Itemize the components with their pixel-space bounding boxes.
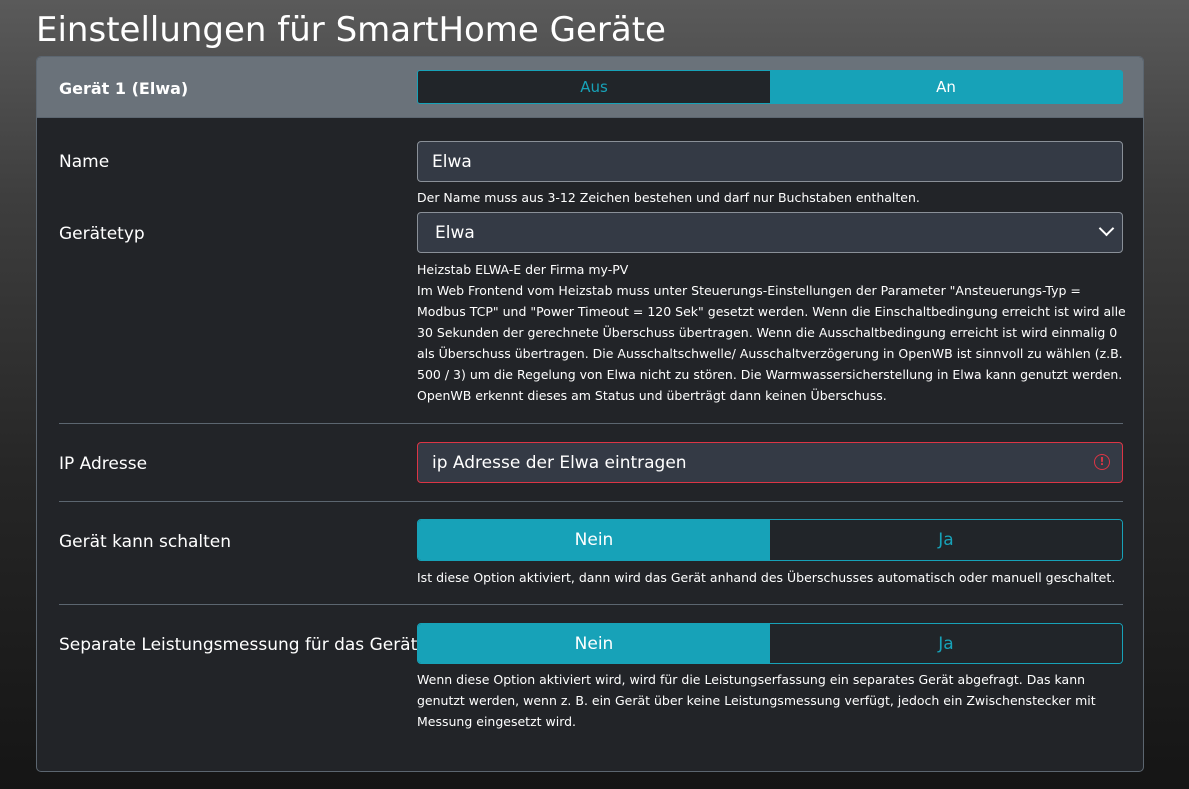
- separate-metering-toggle: Nein Ja: [417, 623, 1123, 664]
- ip-address-label: IP Adresse: [59, 454, 148, 474]
- power-off-button[interactable]: Aus: [418, 71, 770, 103]
- divider: [59, 423, 1123, 424]
- device-type-select[interactable]: Elwa: [417, 212, 1123, 253]
- device-title: Gerät 1 (Elwa): [59, 79, 189, 98]
- can-switch-no-button[interactable]: Nein: [418, 520, 770, 560]
- device-power-toggle: Aus An: [417, 70, 1123, 104]
- separate-metering-no-button[interactable]: Nein: [418, 624, 770, 663]
- divider: [59, 604, 1123, 605]
- can-switch-toggle: Nein Ja: [417, 519, 1123, 561]
- name-help: Der Name muss aus 3-12 Zeichen bestehen …: [417, 190, 920, 205]
- ip-address-input[interactable]: ip Adresse der Elwa eintragen !: [417, 442, 1123, 483]
- device-type-help-body: Im Web Frontend vom Heizstab muss unter …: [417, 283, 1126, 403]
- device-card: Gerät 1 (Elwa) Aus An Name Elwa Der Name…: [36, 56, 1144, 772]
- separate-metering-help: Wenn diese Option aktiviert wird, wird f…: [417, 672, 1096, 729]
- name-label: Name: [59, 152, 110, 172]
- device-type-help: Heizstab ELWA-E der Firma my-PV Im Web F…: [417, 259, 1127, 406]
- can-switch-help: Ist diese Option aktiviert, dann wird da…: [417, 570, 1116, 585]
- ip-address-placeholder: ip Adresse der Elwa eintragen: [432, 452, 687, 473]
- device-type-help-title: Heizstab ELWA-E der Firma my-PV: [417, 262, 629, 277]
- separate-metering-label: Separate Leistungsmessung für das Gerät: [59, 635, 418, 655]
- can-switch-label: Gerät kann schalten: [59, 532, 232, 552]
- power-on-button[interactable]: An: [770, 71, 1122, 103]
- separate-metering-yes-button[interactable]: Ja: [770, 624, 1122, 663]
- divider: [59, 501, 1123, 502]
- name-input[interactable]: Elwa: [417, 141, 1123, 182]
- device-type-selected: Elwa: [435, 222, 475, 243]
- device-card-header: Gerät 1 (Elwa) Aus An: [37, 57, 1143, 118]
- name-input-value: Elwa: [432, 151, 472, 172]
- can-switch-yes-button[interactable]: Ja: [770, 520, 1122, 560]
- chevron-down-icon: [1098, 220, 1115, 237]
- device-type-label: Gerätetyp: [59, 224, 145, 244]
- error-icon: !: [1094, 454, 1110, 470]
- page-title: Einstellungen für SmartHome Geräte: [36, 10, 666, 50]
